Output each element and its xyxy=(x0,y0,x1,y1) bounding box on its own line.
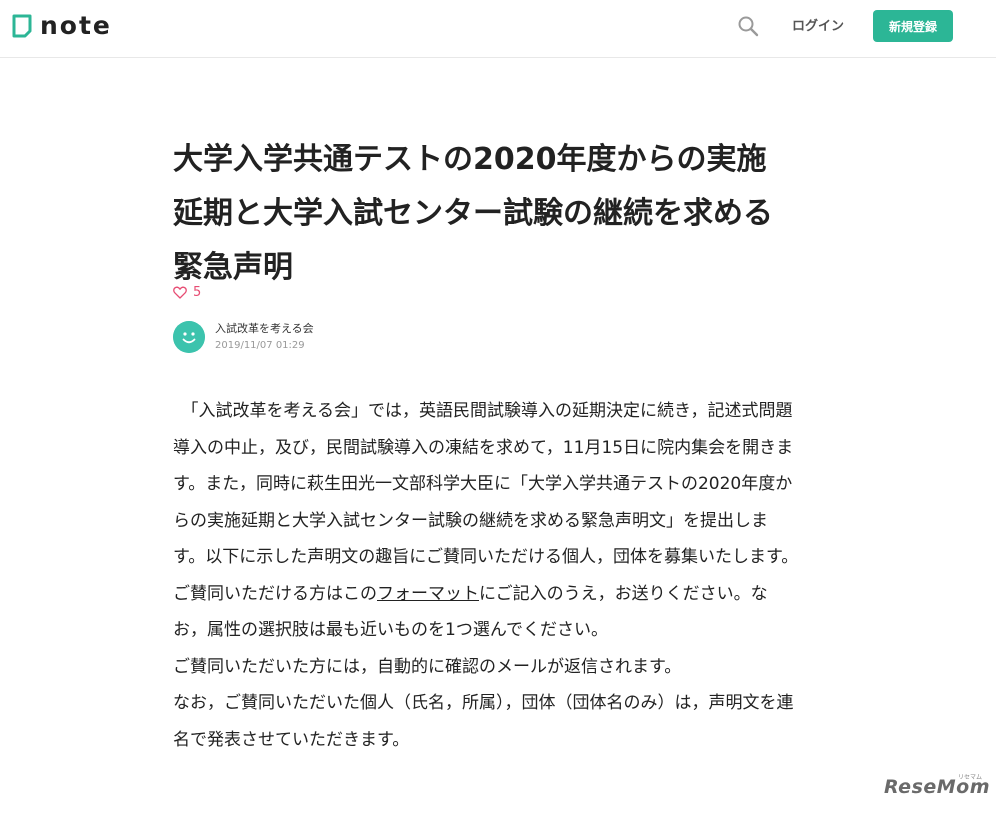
logo-text: note xyxy=(40,11,112,40)
author-info: 入試改革を考える会 2019/11/07 01:29 xyxy=(173,320,314,354)
login-link[interactable]: ログイン xyxy=(792,18,844,36)
search-icon[interactable] xyxy=(737,15,759,37)
format-link[interactable]: フォーマット xyxy=(377,584,479,604)
body-text: 「入試改革を考える会」では，英語民間試験導入の延期決定に続き，記述式問題導入の中… xyxy=(173,401,799,604)
note-logo[interactable]: note xyxy=(12,12,112,40)
article-body: 「入試改革を考える会」では，英語民間試験導入の延期決定に続き，記述式問題導入の中… xyxy=(173,393,799,758)
article-title: 大学入学共通テストの2020年度からの実施延期と大学入試センター試験の継続を求め… xyxy=(173,142,773,285)
signup-button[interactable]: 新規登録 xyxy=(873,10,953,42)
note-logo-icon xyxy=(12,14,32,38)
body-paragraph-3: なお，ご賛同いただいた個人（氏名，所属），団体（団体名のみ）は，声明文を連名で発… xyxy=(173,693,794,750)
body-paragraph-2: ご賛同いただいた方には，自動的に確認のメールが返信されます。 xyxy=(173,656,682,677)
body-paragraph-1: 「入試改革を考える会」では，英語民間試験導入の延期決定に続き，記述式問題導入の中… xyxy=(173,393,799,649)
like-count: 5 xyxy=(193,285,202,300)
author-name[interactable]: 入試改革を考える会 xyxy=(215,320,314,337)
like-button[interactable]: 5 xyxy=(173,285,201,300)
heart-icon xyxy=(173,286,187,299)
post-date: 2019/11/07 01:29 xyxy=(215,340,305,351)
site-header: note ログイン 新規登録 xyxy=(0,0,996,58)
smiley-avatar[interactable] xyxy=(173,321,205,353)
resemom-watermark-kana: リセマム xyxy=(958,774,983,781)
article-header: 大学入学共通テストの2020年度からの実施延期と大学入試センター試験の継続を求め… xyxy=(173,133,793,295)
